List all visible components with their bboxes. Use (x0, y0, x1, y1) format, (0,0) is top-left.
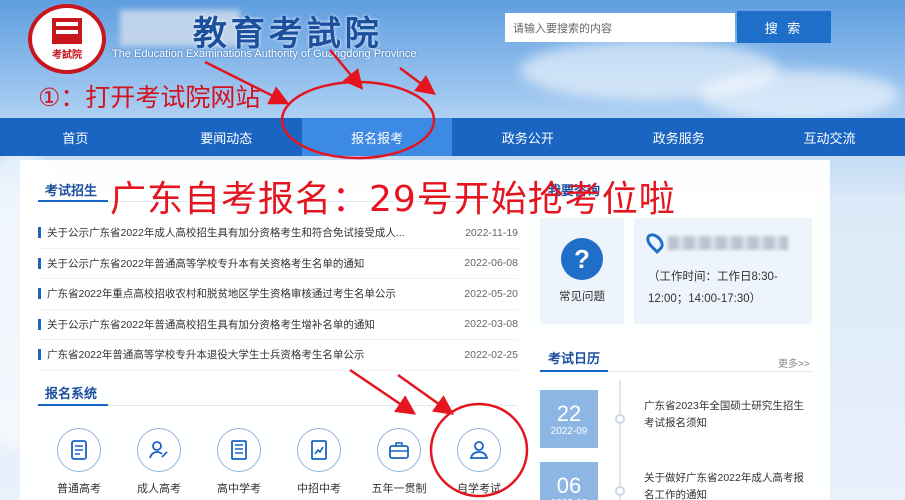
question-icon: ? (561, 238, 603, 280)
news-title[interactable]: 关于公示广东省2022年普通高等学校专升本有关资格考生名单的通知 (47, 256, 448, 271)
nav-item-registration[interactable]: 报名报考 (301, 118, 453, 156)
calendar-underline (540, 370, 608, 372)
news-date: 2022-06-08 (464, 257, 518, 270)
contact-card: （工作时间：工作日8:30-12:00；14:00-17:30） (634, 218, 812, 324)
registration-label: 普通高考 (57, 483, 101, 495)
registration-adult-exam[interactable]: 成人高考 (122, 428, 196, 500)
site-subtitle: The Education Examinations Authority of … (112, 48, 417, 60)
search-button[interactable]: 搜 索 (737, 11, 831, 43)
bullet-marker (38, 349, 41, 361)
faq-card[interactable]: ? 常见问题 (540, 218, 624, 324)
nav-item-interaction[interactable]: 互动交流 (754, 118, 905, 156)
search-input[interactable]: 请输入要搜索的内容 (505, 13, 735, 42)
calendar-date: 22 2022-09 (540, 390, 598, 448)
timeline-dot (615, 414, 625, 424)
nav-item-government-affairs[interactable]: 政务公开 (452, 118, 603, 156)
news-title[interactable]: 广东省2022年普通高等学校专升本退役大学生士兵资格考生名单公示 (47, 347, 448, 362)
chart-doc-icon (297, 428, 341, 472)
nav-item-news[interactable]: 要闻动态 (151, 118, 302, 156)
exam-news-underline (38, 200, 108, 202)
registration-label: 高中学考 (217, 483, 261, 495)
news-date: 2022-03-08 (464, 318, 518, 331)
calendar-text[interactable]: 广东省2023年全国硕士研究生招生考试报名须知 (644, 398, 814, 432)
bullet-marker (38, 227, 41, 239)
calendar-more-link[interactable]: 更多>> (778, 355, 810, 370)
site-logo[interactable]: 考試院 (28, 4, 106, 74)
news-title[interactable]: 广东省2022年重点高校招收农村和脱贫地区学生资格审核通过考生名单公示 (47, 286, 448, 301)
list-item[interactable]: 关于公示广东省2022年普通高等学校专升本有关资格考生名单的通知 2022-06… (38, 249, 518, 279)
calendar-entry[interactable]: 06 2022-09 关于做好广东省2022年成人高考报名工作的通知 (540, 452, 814, 500)
banner-annotation: 广东自考报名：29号开始抢考位啦 (110, 179, 676, 220)
bullet-marker (38, 288, 41, 300)
main-nav: 首页 要闻动态 报名报考 政务公开 政务服务 互动交流 (0, 118, 905, 156)
registration-label: 成人高考 (137, 483, 181, 495)
registration-label: 五年一贯制 (371, 483, 427, 495)
faq-label: 常见问题 (559, 291, 605, 303)
calendar-text[interactable]: 关于做好广东省2022年成人高考报名工作的通知 (644, 470, 814, 500)
step-annotation: ①：打开考试院网站 (38, 83, 261, 112)
registration-label: 自学考试 (457, 483, 501, 495)
bullet-marker (38, 257, 41, 269)
list-item[interactable]: 关于公示广东省2022年成人高校招生具有加分资格考生和符合免试接受成人... 2… (38, 218, 518, 249)
briefcase-icon (377, 428, 421, 472)
calendar-divider (608, 371, 812, 372)
news-title[interactable]: 关于公示广东省2022年普通高校招生具有加分资格考生增补名单的通知 (47, 317, 448, 332)
logo-seal-text: 考試院 (52, 49, 82, 61)
adult-exam-icon (137, 428, 181, 472)
registration-high-school[interactable]: 高中学考 (202, 428, 276, 500)
calendar-title: 考试日历 (548, 351, 601, 366)
building-icon (52, 17, 82, 44)
list-item[interactable]: 广东省2022年普通高等学校专升本退役大学生士兵资格考生名单公示 2022-02… (38, 340, 518, 371)
document-icon (217, 428, 261, 472)
blurred-phone-number (668, 236, 788, 250)
calendar-month: 2022-09 (550, 425, 588, 437)
site-header: 考試院 xxx教育考試院 The Education Examinations … (0, 0, 905, 118)
calendar-date: 06 2022-09 (540, 462, 598, 500)
registration-underline (38, 404, 108, 406)
calendar-day: 22 (556, 400, 582, 426)
registration-gaokao[interactable]: 普通高考 (42, 428, 116, 500)
exam-paper-icon (57, 428, 101, 472)
working-hours: （工作时间：工作日8:30-12:00；14:00-17:30） (648, 271, 778, 305)
list-item[interactable]: 广东省2022年重点高校招收农村和脱贫地区学生资格审核通过考生名单公示 2022… (38, 279, 518, 310)
location-pin-icon (642, 229, 668, 255)
exam-news-list: 关于公示广东省2022年成人高校招生具有加分资格考生和符合免试接受成人... 2… (38, 218, 518, 371)
registration-divider (108, 405, 518, 406)
bullet-marker (38, 318, 41, 330)
registration-zhongkao[interactable]: 中招中考 (282, 428, 356, 500)
exam-news-title: 考试招生 (45, 183, 98, 198)
registration-five-year[interactable]: 五年一贯制 (362, 428, 436, 500)
nav-item-government-services[interactable]: 政务服务 (603, 118, 754, 156)
list-item[interactable]: 关于公示广东省2022年普通高校招生具有加分资格考生增补名单的通知 2022-0… (38, 310, 518, 340)
self-study-icon (457, 428, 501, 472)
registration-label: 中招中考 (297, 483, 341, 495)
news-date: 2022-02-25 (464, 348, 518, 361)
news-date: 2022-05-20 (464, 287, 518, 300)
calendar-day: 06 (556, 472, 582, 498)
news-date: 2022-11-19 (465, 226, 518, 239)
registration-title: 报名系统 (45, 386, 98, 401)
registration-self-study[interactable]: 自学考试 (442, 428, 516, 500)
calendar-entry[interactable]: 22 2022-09 广东省2023年全国硕士研究生招生考试报名须知 (540, 380, 814, 458)
timeline-dot (615, 486, 625, 496)
nav-item-home[interactable]: 首页 (0, 118, 151, 156)
news-title[interactable]: 关于公示广东省2022年成人高校招生具有加分资格考生和符合免试接受成人... (47, 225, 448, 240)
